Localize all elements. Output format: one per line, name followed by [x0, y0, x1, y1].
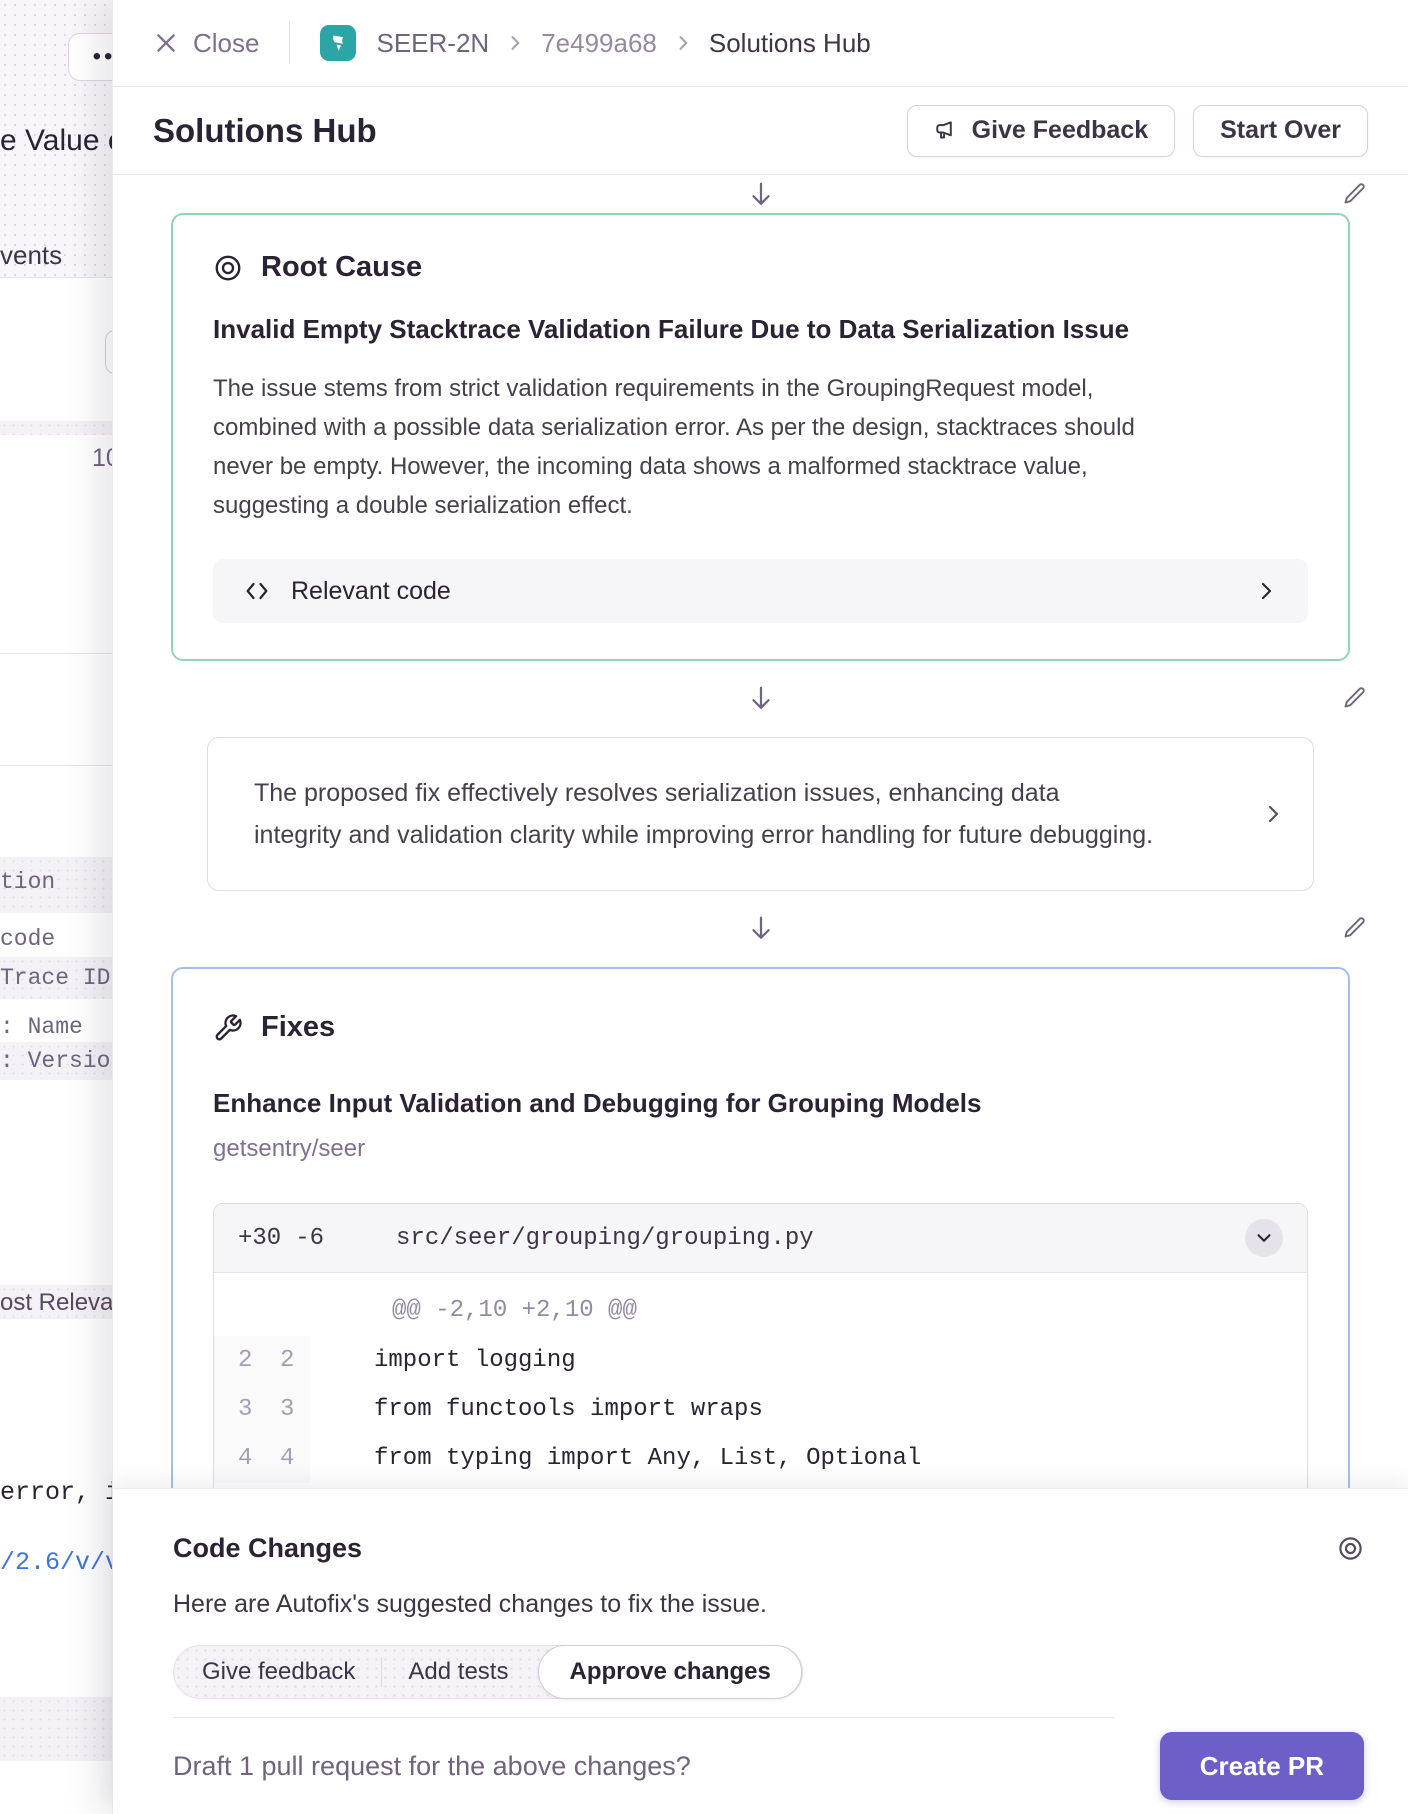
diff-body: @@ -2,10 +2,10 @@ 2 2 import logging 3 3…: [214, 1273, 1307, 1523]
collapse-diff-button[interactable]: [1245, 1219, 1283, 1257]
fixes-section-title: Fixes: [261, 1011, 335, 1044]
solutions-hub-drawer: Close SEER-2N 7e499a68 Solutions Hub Sol…: [112, 0, 1408, 1814]
target-icon: [213, 253, 243, 283]
fix-heading: Enhance Input Validation and Debugging f…: [213, 1088, 1308, 1119]
line-number-old: 4: [238, 1445, 280, 1472]
breadcrumb-page: Solutions Hub: [709, 28, 871, 59]
start-over-label: Start Over: [1220, 116, 1341, 145]
diff-deletions: -6: [295, 1225, 324, 1252]
edit-pencil-icon[interactable]: [1341, 914, 1368, 941]
arrow-down-icon: [746, 684, 776, 714]
arrow-down-icon: [746, 914, 776, 944]
background-label-trace-id: Trace ID: [0, 965, 110, 991]
diff-code: from functools import wraps: [374, 1396, 763, 1423]
background-label-tion: tion: [0, 869, 55, 895]
line-number-new: 3: [280, 1396, 322, 1423]
diff-file-header[interactable]: +30 -6 src/seer/grouping/grouping.py: [214, 1204, 1307, 1273]
background-label-name: : Name: [0, 1014, 83, 1040]
flow-step-row: [161, 179, 1360, 211]
wrench-icon: [213, 1013, 243, 1043]
divider: [173, 1717, 1114, 1718]
draft-pr-prompt: Draft 1 pull request for the above chang…: [173, 1751, 691, 1782]
diff-viewer: +30 -6 src/seer/grouping/grouping.py @@ …: [213, 1203, 1308, 1524]
code-changes-title: Code Changes: [173, 1533, 362, 1564]
diff-code: from typing import Any, List, Optional: [374, 1445, 921, 1472]
give-feedback-label: Give Feedback: [972, 116, 1148, 145]
add-tests-action[interactable]: Add tests: [382, 1658, 534, 1686]
background-tab-events[interactable]: vents: [0, 240, 62, 271]
diff-filename: src/seer/grouping/grouping.py: [396, 1225, 814, 1252]
root-cause-section-title: Root Cause: [261, 251, 422, 284]
chevron-right-icon: [673, 33, 693, 53]
root-cause-body: The issue stems from strict validation r…: [213, 369, 1153, 525]
line-number-old: 3: [238, 1396, 280, 1423]
breadcrumb-run-id[interactable]: 7e499a68: [541, 28, 657, 59]
close-label: Close: [193, 28, 259, 59]
edit-pencil-icon[interactable]: [1341, 180, 1368, 207]
background-label-code: code: [0, 926, 55, 952]
diff-line: 2 2 import logging: [214, 1336, 1307, 1385]
diff-line: 3 3 from functools import wraps: [214, 1385, 1307, 1434]
relevant-code-expander[interactable]: Relevant code: [213, 559, 1308, 623]
seer-logo-icon: [320, 25, 356, 61]
fix-summary-text: The proposed fix effectively resolves se…: [254, 772, 1154, 856]
line-number-new: 2: [280, 1347, 322, 1374]
chevron-right-icon: [505, 33, 525, 53]
target-icon: [1337, 1535, 1364, 1562]
relevant-code-label: Relevant code: [291, 577, 451, 606]
background-tab-most-relevant[interactable]: ost Relevan: [0, 1289, 127, 1317]
flow-step-row: [161, 683, 1360, 715]
drawer-topbar: Close SEER-2N 7e499a68 Solutions Hub: [113, 0, 1408, 87]
root-cause-heading: Invalid Empty Stacktrace Validation Fail…: [213, 314, 1308, 345]
chevron-right-icon: [1261, 802, 1285, 826]
diff-line: 4 4 from typing import Any, List, Option…: [214, 1434, 1307, 1483]
close-button[interactable]: Close: [153, 28, 259, 59]
arrow-down-icon: [746, 180, 776, 210]
code-changes-subtitle: Here are Autofix's suggested changes to …: [173, 1590, 1364, 1619]
flow-step-row: [161, 913, 1360, 945]
start-over-button[interactable]: Start Over: [1193, 105, 1368, 157]
line-number-new: 4: [280, 1445, 322, 1472]
fix-summary-card[interactable]: The proposed fix effectively resolves se…: [207, 737, 1314, 891]
code-brackets-icon: [243, 577, 271, 605]
divider: [289, 22, 290, 64]
approve-changes-action[interactable]: Approve changes: [538, 1645, 801, 1699]
give-feedback-action[interactable]: Give feedback: [176, 1658, 381, 1686]
megaphone-icon: [934, 118, 960, 144]
diff-code: import logging: [374, 1347, 576, 1374]
fix-repo: getsentry/seer: [213, 1135, 1308, 1163]
background-label-version: : Version: [0, 1048, 124, 1074]
page-title: Solutions Hub: [153, 112, 377, 150]
drawer-header: Solutions Hub Give Feedback Start Over: [113, 87, 1408, 175]
root-cause-card: Root Cause Invalid Empty Stacktrace Vali…: [171, 213, 1350, 661]
changes-action-segmented-control: Give feedback Add tests Approve changes: [173, 1645, 803, 1699]
give-feedback-button[interactable]: Give Feedback: [907, 105, 1175, 157]
code-changes-footer: Code Changes Here are Autofix's suggeste…: [113, 1488, 1408, 1814]
close-icon: [153, 30, 179, 56]
line-number-old: 2: [238, 1347, 280, 1374]
edit-pencil-icon[interactable]: [1341, 684, 1368, 711]
diff-hunk-header: @@ -2,10 +2,10 @@: [214, 1273, 1307, 1336]
breadcrumb-project[interactable]: SEER-2N: [376, 28, 489, 59]
create-pr-button[interactable]: Create PR: [1160, 1732, 1364, 1800]
diff-additions: +30: [238, 1225, 281, 1252]
chevron-right-icon: [1254, 579, 1278, 603]
